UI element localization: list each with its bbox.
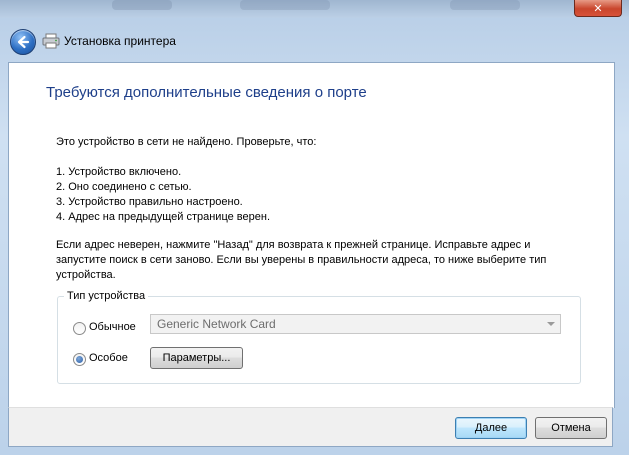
list-item: 4. Адрес на предыдущей странице верен. — [56, 211, 271, 223]
standard-device-select: Generic Network Card — [150, 314, 561, 334]
background-blur — [112, 0, 172, 10]
close-icon: ✕ — [593, 2, 603, 15]
parameters-button[interactable]: Параметры... — [150, 347, 243, 369]
list-item: 1. Устройство включено. — [56, 166, 182, 178]
printer-icon — [42, 33, 60, 49]
radio-custom-label: Особое — [89, 352, 128, 364]
select-value: Generic Network Card — [157, 317, 276, 331]
window-title: Установка принтера — [64, 34, 176, 48]
list-item: 2. Оно соединено с сетью. — [56, 181, 192, 193]
page-title: Требуются дополнительные сведения о порт… — [46, 84, 367, 101]
checklist: 1. Устройство включено. 2. Оно соединено… — [56, 165, 270, 225]
background-blur — [450, 0, 520, 10]
back-arrow-icon — [17, 35, 30, 49]
background-blur — [240, 0, 330, 10]
device-type-legend: Тип устройства — [64, 290, 149, 302]
window-frame: ✕ Установка принтера Требуются дополните… — [0, 0, 629, 455]
list-item: 3. Устройство правильно настроено. — [56, 196, 243, 208]
title-bar — [0, 0, 629, 18]
radio-standard[interactable] — [73, 322, 86, 335]
instructions-text: Если адрес неверен, нажмите "Назад" для … — [56, 239, 547, 281]
close-button[interactable]: ✕ — [574, 0, 622, 17]
cancel-button[interactable]: Отмена — [535, 417, 607, 439]
chevron-down-icon — [547, 322, 555, 326]
radio-standard-label: Обычное — [89, 321, 136, 333]
radio-custom[interactable] — [73, 353, 86, 366]
back-button[interactable] — [10, 29, 36, 55]
next-button[interactable]: Далее — [455, 417, 527, 439]
device-type-group — [57, 296, 581, 384]
intro-text: Это устройство в сети не найдено. Провер… — [56, 136, 317, 148]
